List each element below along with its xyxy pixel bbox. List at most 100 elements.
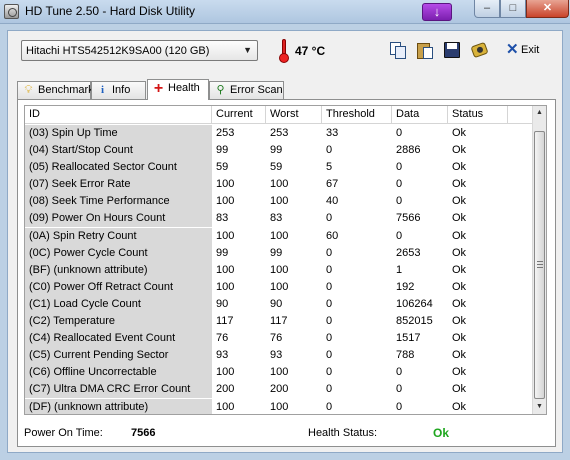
- cell-data: 7566: [396, 212, 421, 225]
- cell-current: 93: [216, 349, 229, 362]
- cell-id: (0A) Spin Retry Count: [25, 227, 212, 245]
- cell-threshold: 67: [326, 178, 339, 191]
- table-row[interactable]: (C2) Temperature 117 117 0 852015 Ok: [25, 313, 534, 331]
- cell-worst: 76: [270, 332, 283, 345]
- table-row[interactable]: (09) Power On Hours Count 83 83 0 7566 Ok: [25, 210, 534, 228]
- cell-data: 106264: [396, 297, 433, 310]
- cell-status: Ok: [452, 246, 467, 259]
- exit-label: Exit: [521, 44, 540, 56]
- tab-info-label: Info: [112, 84, 131, 96]
- app-icon: [4, 4, 19, 19]
- info-icon: i: [100, 84, 105, 96]
- tab-health[interactable]: + Health: [147, 79, 209, 100]
- cell-data: 0: [396, 178, 403, 191]
- table-row[interactable]: (08) Seek Time Performance 100 100 40 0 Ok: [25, 193, 534, 211]
- magnifier-icon: ⚲: [216, 84, 225, 96]
- table-row[interactable]: (05) Reallocated Sector Count 59 59 5 0 Ok: [25, 159, 534, 177]
- chevron-down-icon: ▼: [243, 45, 252, 55]
- table-row[interactable]: (0C) Power Cycle Count 99 99 0 2653 Ok: [25, 244, 534, 262]
- cell-worst: 90: [270, 297, 283, 310]
- cell-id: (BF) (unknown attribute): [25, 261, 212, 279]
- paste-icon[interactable]: [416, 41, 435, 60]
- cell-threshold: 5: [326, 161, 333, 174]
- cell-threshold: 0: [326, 280, 333, 293]
- main-window: Hitachi HTS542512K9SA00 (120 GB) ▼ 47 °C…: [7, 30, 563, 453]
- cell-status: Ok: [452, 349, 467, 362]
- cell-data: 2886: [396, 144, 421, 157]
- bulb-icon: 💡︎: [24, 84, 33, 96]
- cell-id: (C6) Offline Uncorrectable: [25, 364, 212, 382]
- cell-current: 100: [216, 229, 235, 242]
- vertical-scrollbar[interactable]: ▲ ▼: [532, 106, 546, 414]
- table-row[interactable]: (BF) (unknown attribute) 100 100 0 1 Ok: [25, 261, 534, 279]
- cell-threshold: 0: [326, 297, 333, 310]
- scroll-down-arrow-icon[interactable]: ▼: [533, 400, 546, 414]
- cell-status: Ok: [452, 178, 467, 191]
- scroll-thumb[interactable]: [534, 131, 545, 399]
- cell-worst: 117: [270, 315, 288, 328]
- cell-status: Ok: [452, 229, 467, 242]
- table-row[interactable]: (04) Start/Stop Count 99 99 0 2886 Ok: [25, 142, 534, 160]
- scroll-up-arrow-icon[interactable]: ▲: [533, 106, 546, 120]
- window-title: HD Tune 2.50 - Hard Disk Utility: [25, 4, 196, 18]
- cell-worst: 100: [270, 195, 289, 208]
- column-header-current[interactable]: Current: [212, 106, 266, 124]
- table-row[interactable]: (03) Spin Up Time 253 253 33 0 Ok: [25, 125, 534, 142]
- cell-status: Ok: [452, 332, 467, 345]
- thermometer-icon: [279, 39, 289, 63]
- minimize-to-tray-button[interactable]: ↓: [422, 3, 452, 21]
- cell-current: 59: [216, 161, 229, 174]
- tab-benchmark[interactable]: 💡︎ Benchmark: [17, 81, 94, 99]
- table-body: (03) Spin Up Time 253 253 33 0 Ok (04) Start/S…: [25, 125, 534, 414]
- table-row[interactable]: (C7) Ultra DMA CRC Error Count 200 200 0 0 Ok: [25, 381, 534, 399]
- cell-current: 76: [216, 332, 229, 345]
- cell-worst: 59: [270, 161, 283, 174]
- column-header-threshold[interactable]: Threshold: [322, 106, 392, 124]
- copy-icon[interactable]: [389, 41, 408, 60]
- exit-button[interactable]: ✕ Exit: [503, 41, 548, 60]
- table-row[interactable]: (DF) (unknown attribute) 100 100 0 0 Ok: [25, 398, 534, 414]
- cell-threshold: 0: [326, 349, 333, 362]
- table-row[interactable]: (C5) Current Pending Sector 93 93 0 788 Ok: [25, 347, 534, 365]
- minimize-button[interactable]: –: [474, 0, 500, 18]
- cell-threshold: 33: [326, 127, 339, 139]
- cell-worst: 200: [270, 383, 289, 396]
- table-row[interactable]: (C0) Power Off Retract Count 100 100 0 192 Ok: [25, 278, 534, 296]
- tab-info[interactable]: i Info: [91, 81, 146, 99]
- cell-current: 100: [216, 263, 235, 276]
- power-on-time-value: 7566: [131, 427, 156, 439]
- cell-data: 0: [396, 229, 403, 242]
- drive-select[interactable]: Hitachi HTS542512K9SA00 (120 GB) ▼: [21, 40, 258, 61]
- table-row[interactable]: (0A) Spin Retry Count 100 100 60 0 Ok: [25, 227, 534, 245]
- tab-benchmark-label: Benchmark: [38, 84, 94, 96]
- screenshot-icon[interactable]: [470, 41, 489, 60]
- cell-status: Ok: [452, 127, 467, 139]
- column-header-data[interactable]: Data: [392, 106, 448, 124]
- title-bar: HD Tune 2.50 - Hard Disk Utility ↓ – □ ✕: [0, 0, 570, 24]
- cell-worst: 100: [270, 178, 289, 191]
- health-cross-icon: +: [153, 80, 164, 97]
- column-header-status[interactable]: Status: [448, 106, 508, 124]
- table-row[interactable]: (C6) Offline Uncorrectable 100 100 0 0 Ok: [25, 364, 534, 382]
- tab-error-scan[interactable]: ⚲ Error Scan: [209, 81, 284, 99]
- cell-status: Ok: [452, 280, 467, 293]
- cell-data: 0: [396, 366, 403, 379]
- table-row[interactable]: (C1) Load Cycle Count 90 90 0 106264 Ok: [25, 295, 534, 313]
- cell-status: Ok: [452, 383, 467, 396]
- column-header-id[interactable]: ID: [25, 106, 212, 124]
- cell-id: (09) Power On Hours Count: [25, 210, 212, 228]
- smart-attributes-table: ID Current Worst Threshold Data Status (…: [24, 105, 547, 415]
- table-row[interactable]: (C4) Reallocated Event Count 76 76 0 1517 Ok: [25, 330, 534, 348]
- maximize-button[interactable]: □: [500, 0, 526, 18]
- cell-worst: 100: [270, 229, 289, 242]
- save-icon[interactable]: [443, 41, 462, 60]
- close-button[interactable]: ✕: [526, 0, 569, 18]
- cell-worst: 100: [270, 263, 289, 276]
- table-row[interactable]: (07) Seek Error Rate 100 100 67 0 Ok: [25, 176, 534, 194]
- cell-id: (DF) (unknown attribute): [25, 398, 212, 414]
- cell-id: (C5) Current Pending Sector: [25, 347, 212, 365]
- cell-status: Ok: [452, 161, 467, 174]
- health-status-label: Health Status:: [308, 427, 378, 439]
- column-header-worst[interactable]: Worst: [266, 106, 322, 124]
- cell-id: (C4) Reallocated Event Count: [25, 330, 212, 348]
